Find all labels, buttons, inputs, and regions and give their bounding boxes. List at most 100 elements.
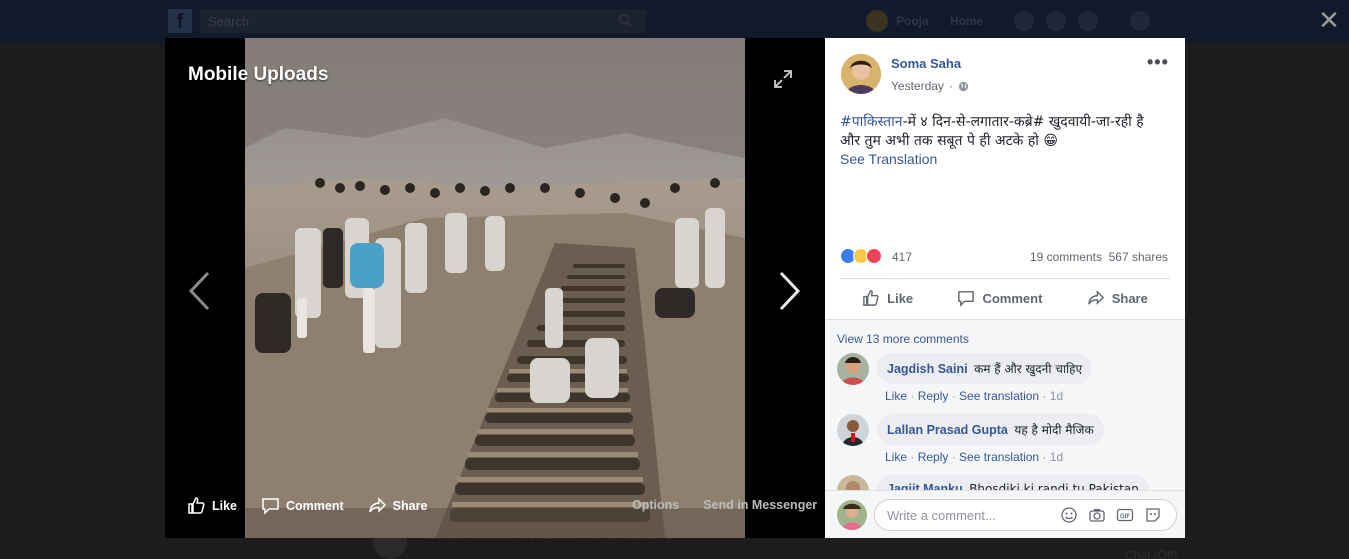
profile-link[interactable]: Pooja [866, 10, 929, 32]
photo-options: Options Send in Messenger [632, 498, 817, 512]
emoji-icon[interactable] [1060, 506, 1078, 524]
fullscreen-icon[interactable] [773, 69, 793, 89]
comment-item: Lallan Prasad Gupta यह है मोदी मैजिक Lik… [837, 414, 1177, 464]
next-photo-icon[interactable] [777, 270, 803, 312]
album-title[interactable]: Mobile Uploads [188, 64, 328, 86]
post-actions: Like Comment Share [840, 279, 1170, 317]
share-icon [1087, 290, 1104, 305]
author-name[interactable]: Soma Saha [891, 56, 961, 71]
post-photo[interactable] [245, 38, 745, 538]
user-avatar [866, 10, 888, 32]
time-separator: · [948, 79, 953, 93]
shares-count[interactable]: 567 shares [1109, 250, 1168, 264]
comment-text: यह है मोदी मैजिक [1014, 423, 1094, 437]
commenter-photo-image [837, 475, 869, 490]
comment-label: Comment [982, 290, 1043, 306]
graves-photo-image [245, 38, 745, 538]
camera-icon[interactable] [1088, 506, 1106, 524]
commenter-avatar[interactable] [837, 414, 869, 446]
commenter-avatar[interactable] [837, 475, 869, 490]
comments-count[interactable]: 19 comments [1030, 250, 1102, 264]
reaction-icons[interactable] [840, 248, 882, 264]
help-icon[interactable] [1130, 11, 1150, 31]
post-timestamp[interactable]: Yesterday · [891, 79, 969, 93]
photo-share-button[interactable]: Share [368, 496, 428, 515]
photo-like-button[interactable]: Like [187, 496, 237, 515]
photo-actions: Like Comment Share [187, 496, 427, 515]
composer-tools: GIF [1060, 506, 1162, 524]
search-placeholder: Search [208, 14, 250, 29]
photo-like-label: Like [212, 498, 238, 513]
close-icon[interactable]: ✕ [1316, 7, 1342, 34]
comment-translation-link[interactable]: See translation [959, 389, 1039, 403]
post-hashtag[interactable]: #पाकिस्तान [840, 114, 903, 130]
comment-input-placeholder: Write a comment... [887, 508, 996, 523]
comment-reply-link[interactable]: Reply [918, 450, 949, 464]
my-photo-image [837, 500, 867, 530]
search-input[interactable]: Search [200, 9, 646, 33]
photo-share-label: Share [392, 498, 428, 513]
commenter-photo-image [837, 353, 869, 385]
comment-composer: Write a comment... GIF [825, 490, 1185, 538]
commenter-photo-image [837, 414, 869, 446]
previous-photo-icon[interactable] [186, 270, 212, 312]
post-side-panel: Soma Saha Yesterday · ••• #पाकिस्तान-में… [825, 38, 1185, 538]
comment-translation-link[interactable]: See translation [959, 450, 1039, 464]
post-stats: 417 19 comments 567 shares [840, 248, 1170, 266]
comment-like-link[interactable]: Like [885, 450, 907, 464]
notifications-icon[interactable] [1078, 11, 1098, 31]
comment-item: Jagjit Manku Bhosdiki ki randi tu Pakist… [837, 475, 1177, 490]
like-button[interactable]: Like [862, 289, 913, 307]
send-in-messenger-button[interactable]: Send in Messenger [703, 498, 817, 512]
comment-bubble: Jagjit Manku Bhosdiki ki randi tu Pakist… [877, 475, 1149, 490]
comments-section: View 13 more comments Jagdish Saini कम ह… [825, 320, 1185, 490]
my-avatar [837, 500, 867, 530]
photo-comment-label: Comment [286, 498, 344, 513]
comment-icon [262, 498, 279, 515]
comments-shares: 19 comments 567 shares [1030, 250, 1168, 264]
author-avatar[interactable] [841, 54, 881, 94]
photo-comment-button[interactable]: Comment [261, 496, 344, 515]
see-translation-link[interactable]: See Translation [840, 151, 937, 167]
comment-time[interactable]: 1d [1050, 389, 1063, 403]
home-link[interactable]: Home [950, 14, 983, 28]
post-text-line2: और तुम अभी तक सबूत पे ही अटके हो 😁 [840, 133, 1058, 149]
post-text-line1: -में ४ दिन-से-लगातार-कब्रे# खुदवायी-जा-र… [902, 114, 1144, 130]
like-icon [863, 290, 879, 306]
view-more-comments-link[interactable]: View 13 more comments [837, 332, 969, 346]
options-button[interactable]: Options [632, 498, 679, 512]
comment-meta: Like · Reply · See translation · 1d [885, 450, 1064, 464]
photo-stage: Mobile Uploads Like Comment Share Option… [165, 38, 825, 538]
chat-bar[interactable]: Chat (Off) [1125, 548, 1177, 559]
commenter-avatar[interactable] [837, 353, 869, 385]
search-icon[interactable] [618, 13, 632, 27]
more-options-icon[interactable]: ••• [1147, 52, 1169, 73]
comment-bubble: Jagdish Saini कम हैं और खुदनी चाहिए [877, 353, 1093, 384]
commenter-name[interactable]: Jagjit Manku [887, 482, 963, 490]
svg-text:GIF: GIF [1120, 514, 1130, 520]
comment-text: Bhosdiki ki randi tu Pakistan [969, 482, 1139, 490]
share-label: Share [1111, 290, 1148, 306]
sticker-icon[interactable] [1144, 506, 1162, 524]
commenter-name[interactable]: Jagdish Saini [887, 362, 968, 376]
user-name: Pooja [896, 14, 929, 28]
share-icon [368, 497, 386, 513]
commenter-name[interactable]: Lallan Prasad Gupta [887, 423, 1008, 437]
messages-icon[interactable] [1046, 11, 1066, 31]
facebook-logo-icon[interactable]: f [168, 9, 192, 33]
comment-meta: Like · Reply · See translation · 1d [885, 389, 1064, 403]
post-text: #पाकिस्तान-में ४ दिन-से-लगातार-कब्रे# खु… [840, 113, 1170, 151]
comment-time[interactable]: 1d [1050, 450, 1063, 464]
comment-like-link[interactable]: Like [885, 389, 907, 403]
comment-button[interactable]: Comment [957, 289, 1042, 307]
comment-text: कम हैं और खुदनी चाहिए [974, 362, 1083, 376]
share-button[interactable]: Share [1087, 289, 1148, 307]
like-label: Like [887, 290, 914, 306]
comment-reply-link[interactable]: Reply [918, 389, 949, 403]
friend-requests-icon[interactable] [1014, 11, 1034, 31]
like-icon [188, 497, 205, 514]
comment-icon [958, 291, 975, 307]
gif-icon[interactable]: GIF [1116, 506, 1134, 524]
reaction-count[interactable]: 417 [892, 250, 912, 264]
facebook-top-bar: f Search Pooja Home [0, 0, 1349, 43]
